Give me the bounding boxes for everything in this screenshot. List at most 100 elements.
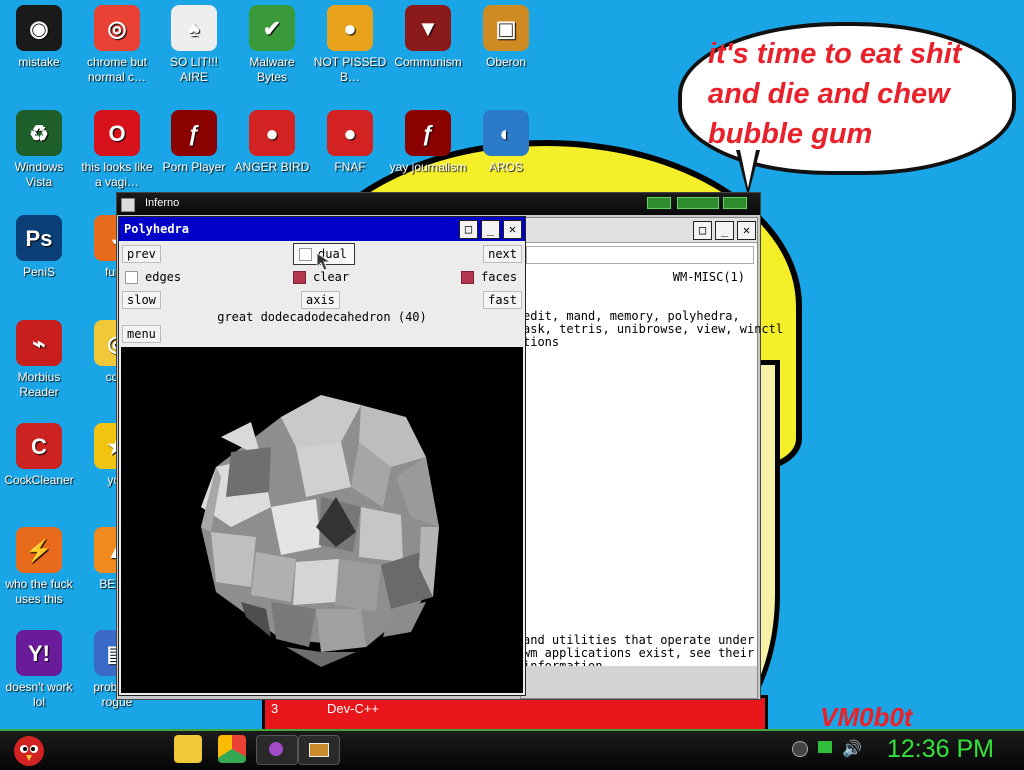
desktop-icon[interactable]: ● NOT PISSED B…: [311, 5, 389, 85]
desktop-icon[interactable]: C CockCleaner: [0, 423, 78, 488]
desktop-icon-label: AROS: [488, 160, 523, 174]
desktop-icon[interactable]: Ps PeniS: [0, 215, 78, 280]
man-text-line: ask, tetris, unibrowse, view, winctl: [523, 322, 784, 336]
minimize-icon[interactable]: _: [481, 220, 500, 239]
polyhedron-render: [201, 395, 439, 667]
desktop-icon-label: Oberon: [485, 55, 527, 69]
chrome-icon: ◎: [94, 5, 140, 51]
terminal-glyph-icon: [309, 743, 329, 757]
maximize-icon[interactable]: □: [693, 221, 712, 240]
desktop-icon[interactable]: ▼ Communism: [389, 5, 467, 70]
desktop-icon[interactable]: ◉ mistake: [0, 5, 78, 70]
cat-eye-icon: ◐: [483, 110, 529, 156]
maximize-glow-button[interactable]: [677, 197, 719, 209]
desktop-icon[interactable]: Y! doesn't work lol: [0, 630, 78, 710]
opera-icon: O: [94, 110, 140, 156]
desktop-icon-label: mistake: [18, 55, 60, 69]
network-icon[interactable]: [818, 741, 832, 753]
man-page-footer: [521, 666, 757, 698]
minimize-glow-button[interactable]: [647, 197, 671, 209]
inferno-titlebar[interactable]: Inferno: [117, 193, 760, 215]
inferno-glyph-icon: [269, 742, 283, 756]
next-button[interactable]: next: [483, 245, 522, 263]
polyhedron-canvas[interactable]: [121, 347, 523, 693]
edges-checkbox[interactable]: [125, 271, 138, 284]
ccleaner-icon: C: [16, 423, 62, 469]
dual-checkbox[interactable]: [299, 248, 312, 261]
desktop-icon[interactable]: ✔ Malware Bytes: [233, 5, 311, 85]
desktop-icon-label: SO LIT!!! AIRE: [169, 55, 218, 84]
taskbar: 🔊 12:36 PM: [0, 729, 1024, 770]
desktop-icon-label: Morbius Reader: [17, 370, 61, 399]
desktop-icon[interactable]: Othis looks like a vagi…: [78, 110, 156, 190]
chrome-icon[interactable]: [218, 735, 246, 763]
slow-button[interactable]: slow: [122, 291, 161, 309]
terminal-task-icon[interactable]: [298, 735, 340, 765]
axis-button[interactable]: axis: [301, 291, 340, 309]
green-pig-icon: ●: [327, 5, 373, 51]
desktop-icon[interactable]: ◐ AROS: [467, 110, 545, 175]
maximize-icon[interactable]: □: [459, 220, 478, 239]
desktop-icon[interactable]: ♠ SO LIT!!! AIRE: [155, 5, 233, 85]
desktop-icon-label: CockCleaner: [4, 473, 74, 487]
desktop-icon[interactable]: ▣ Oberon: [467, 5, 545, 70]
shield-check-icon: ✔: [249, 5, 295, 51]
chevron-icon[interactable]: [792, 741, 808, 757]
winged-emblem-icon: ▼: [405, 5, 451, 51]
recycle-icon: ♻: [16, 110, 62, 156]
minimize-icon[interactable]: _: [715, 221, 734, 240]
fast-button[interactable]: fast: [483, 291, 522, 309]
desktop-icon-label: yay journalism: [389, 160, 467, 174]
desktop-icon[interactable]: ⚡ who the fuck uses this: [0, 527, 78, 607]
speech-bubble-text: it's time to eat shit and die and chew b…: [708, 38, 962, 150]
volume-icon[interactable]: 🔊: [842, 739, 862, 759]
desktop-icon-label: PeniS: [22, 265, 56, 279]
desktop-icon[interactable]: ⌁ Morbius Reader: [0, 320, 78, 400]
clock[interactable]: 12:36 PM: [887, 735, 994, 764]
man-search-input[interactable]: [526, 246, 754, 264]
desktop-icon-label: Communism: [394, 55, 462, 69]
desktop-icon-label: FNAF: [334, 160, 366, 174]
start-button-icon[interactable]: [10, 731, 48, 769]
shape-name: great dodecadodecahedron (40): [217, 310, 427, 324]
desktop-icon-label: NOT PISSED B…: [313, 55, 387, 84]
wallpaper-item-label: Dev-C++: [327, 701, 380, 716]
desktop-icon-label: ANGER BIRD: [234, 160, 310, 174]
desktop-icon[interactable]: ● ANGER BIRD: [233, 110, 311, 175]
desktop-icon[interactable]: ◎ chrome but normal c…: [78, 5, 156, 85]
man-page-header: WM-MISC(1): [672, 270, 745, 284]
polyhedra-titlebar[interactable]: Polyhedra □ _ ✕: [119, 217, 525, 241]
man-text-line: wm applications exist, see their: [523, 646, 755, 660]
polyhedra-window[interactable]: Polyhedra □ _ ✕ prev dual next edges cle…: [118, 216, 526, 696]
close-icon[interactable]: ✕: [503, 220, 522, 239]
close-icon[interactable]: ✕: [737, 221, 756, 240]
flash-icon: ƒ: [171, 110, 217, 156]
desktop-icon[interactable]: ƒ Porn Player: [155, 110, 233, 175]
desktop-icon[interactable]: ● FNAF: [311, 110, 389, 175]
inferno-app-icon: [121, 198, 135, 212]
menu-button[interactable]: menu: [122, 325, 161, 343]
desktop-icon-label: Porn Player: [162, 160, 226, 174]
man-page-window[interactable]: □ _ ✕ WM-MISC(1) edit, mand, memory, pol…: [520, 217, 783, 699]
desktop-icon-label: who the fuck uses this: [5, 577, 73, 606]
close-glow-button[interactable]: [723, 197, 747, 209]
desktop-icon-label: this looks like a vagi…: [81, 160, 153, 189]
oberon-icon: ▣: [483, 5, 529, 51]
folder-icon[interactable]: [174, 735, 202, 763]
prev-button[interactable]: prev: [122, 245, 161, 263]
desktop-icon[interactable]: ♻ Windows Vista: [0, 110, 78, 190]
lightning-icon: ⚡: [16, 527, 62, 573]
man-page-titlebar[interactable]: □ _ ✕: [521, 218, 757, 243]
photoshop-icon: Ps: [16, 215, 62, 261]
pdf-icon: ⌁: [16, 320, 62, 366]
faces-label: faces: [481, 270, 518, 284]
edges-label: edges: [145, 270, 182, 284]
desktop-icon[interactable]: ƒ yay journalism: [389, 110, 467, 175]
desktop-icon-label: chrome but normal c…: [86, 55, 148, 84]
flash-icon: ƒ: [405, 110, 451, 156]
faces-checkbox[interactable]: [461, 271, 474, 284]
solitaire-icon: ♠: [171, 5, 217, 51]
desktop-icon-label: doesn't work lol: [5, 680, 73, 709]
inferno-task-icon[interactable]: [256, 735, 298, 765]
clear-checkbox[interactable]: [293, 271, 306, 284]
